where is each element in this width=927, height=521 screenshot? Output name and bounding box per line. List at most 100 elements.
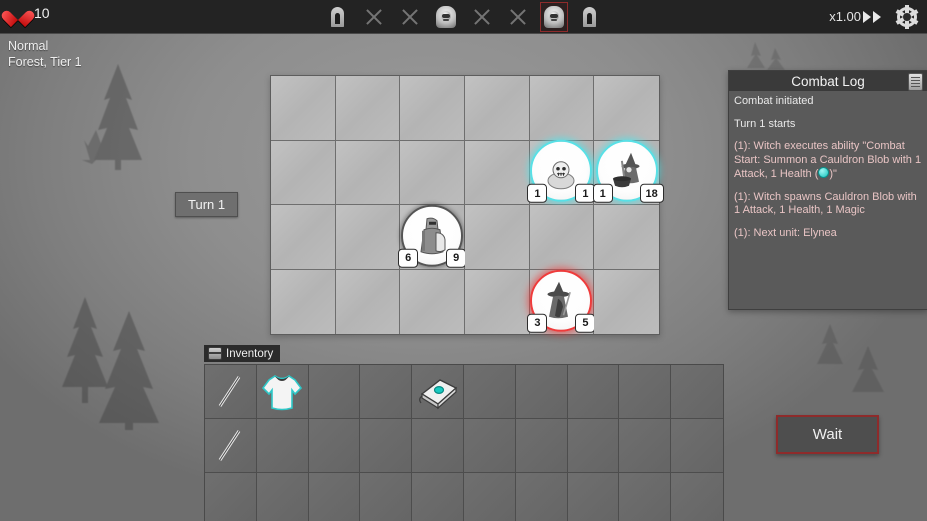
inventory-slot[interactable] bbox=[464, 419, 516, 473]
grid-cell[interactable] bbox=[336, 270, 401, 335]
turn-order-door-start[interactable] bbox=[325, 3, 351, 31]
unit-attack: 1 bbox=[593, 184, 613, 203]
log-entry: Combat initiated bbox=[734, 95, 922, 109]
crossed-swords-icon bbox=[508, 7, 528, 27]
inventory-slot[interactable] bbox=[568, 419, 620, 473]
grid-cell[interactable] bbox=[400, 76, 465, 141]
grid-cell[interactable] bbox=[271, 141, 336, 206]
inventory-slot[interactable] bbox=[309, 365, 361, 419]
grid-cell[interactable] bbox=[400, 270, 465, 335]
top-bar: 10 x1.00 bbox=[0, 0, 927, 34]
inventory-slot[interactable] bbox=[205, 473, 257, 521]
inventory-slot[interactable] bbox=[516, 419, 568, 473]
inventory-slot-item-spellbook[interactable] bbox=[412, 365, 464, 419]
speed-value: x1.00 bbox=[829, 9, 861, 24]
grid-cell[interactable] bbox=[594, 205, 659, 270]
inventory-slot[interactable] bbox=[412, 419, 464, 473]
turn-order-portrait-active[interactable] bbox=[541, 3, 567, 31]
fast-forward-icon bbox=[873, 11, 881, 23]
speed-control[interactable]: x1.00 bbox=[829, 0, 881, 33]
turn-order-slot-1[interactable] bbox=[361, 3, 387, 31]
grid-cell-unit-elynea[interactable]: 3 5 bbox=[530, 270, 595, 335]
combat-log-body[interactable]: Combat initiated Turn 1 starts (1): Witc… bbox=[729, 91, 927, 253]
unit-health: 18 bbox=[640, 184, 664, 203]
inventory-panel[interactable]: Inventory bbox=[204, 345, 724, 521]
inventory-slot[interactable] bbox=[360, 365, 412, 419]
inventory-slot-item-staff[interactable] bbox=[205, 365, 257, 419]
battle-grid[interactable]: 1 1 1 18 bbox=[270, 75, 660, 335]
log-entry: Turn 1 starts bbox=[734, 118, 922, 132]
inventory-slot[interactable] bbox=[516, 365, 568, 419]
inventory-slot[interactable] bbox=[568, 365, 620, 419]
crossed-swords-icon bbox=[472, 7, 492, 27]
door-icon bbox=[331, 7, 344, 27]
grid-cell[interactable] bbox=[530, 205, 595, 270]
inventory-slot[interactable] bbox=[671, 365, 723, 419]
combat-log-panel[interactable]: Combat Log Combat initiated Turn 1 start… bbox=[728, 70, 927, 310]
grid-cell[interactable] bbox=[465, 141, 530, 206]
inventory-slot-item-staff[interactable] bbox=[205, 419, 257, 473]
turn-order-slot-3[interactable] bbox=[469, 3, 495, 31]
unit-elynea[interactable]: 3 5 bbox=[530, 270, 592, 332]
grid-cell[interactable] bbox=[465, 270, 530, 335]
log-entry: (1): Witch spawns Cauldron Blob with 1 A… bbox=[734, 191, 922, 218]
turn-order-slot-4[interactable] bbox=[505, 3, 531, 31]
turn-order-slot-2[interactable] bbox=[397, 3, 423, 31]
inventory-slot[interactable] bbox=[568, 473, 620, 521]
inventory-grid[interactable] bbox=[204, 364, 724, 521]
grid-cell[interactable] bbox=[336, 205, 401, 270]
inventory-slot[interactable] bbox=[619, 473, 671, 521]
crossed-swords-icon bbox=[400, 7, 420, 27]
gear-icon[interactable] bbox=[897, 7, 917, 27]
inventory-slot[interactable] bbox=[257, 473, 309, 521]
turn-order-door-end[interactable] bbox=[577, 3, 603, 31]
unit-attack: 1 bbox=[527, 184, 547, 203]
door-icon bbox=[583, 7, 596, 27]
combat-log-header: Combat Log bbox=[729, 71, 927, 91]
grid-cell-unit-knight[interactable]: 6 9 bbox=[400, 205, 465, 270]
inventory-slot[interactable] bbox=[360, 473, 412, 521]
crossed-swords-icon bbox=[364, 7, 384, 27]
grid-cell[interactable] bbox=[594, 76, 659, 141]
inventory-tab[interactable]: Inventory bbox=[204, 345, 280, 362]
magic-gem-icon bbox=[818, 167, 829, 178]
wait-button[interactable]: Wait bbox=[776, 415, 879, 454]
unit-attack: 6 bbox=[398, 249, 418, 268]
inventory-slot[interactable] bbox=[671, 473, 723, 521]
grid-cell[interactable] bbox=[465, 76, 530, 141]
grid-cell-unit-blob[interactable]: 1 1 bbox=[530, 141, 595, 206]
inventory-slot[interactable] bbox=[619, 419, 671, 473]
combat-log-title: Combat Log bbox=[791, 74, 865, 89]
chest-icon bbox=[208, 347, 222, 360]
inventory-slot[interactable] bbox=[257, 419, 309, 473]
inventory-slot[interactable] bbox=[309, 473, 361, 521]
turn-order-portrait-knight[interactable] bbox=[433, 3, 459, 31]
grid-cell[interactable] bbox=[400, 141, 465, 206]
background-tree bbox=[82, 60, 154, 170]
grid-cell[interactable] bbox=[336, 76, 401, 141]
unit-cauldron-blob[interactable]: 1 1 bbox=[530, 140, 592, 202]
inventory-slot[interactable] bbox=[619, 365, 671, 419]
inventory-slot[interactable] bbox=[464, 473, 516, 521]
grid-cell[interactable] bbox=[465, 205, 530, 270]
inventory-slot[interactable] bbox=[516, 473, 568, 521]
grid-cell-unit-witch[interactable]: 1 18 bbox=[594, 141, 659, 206]
grid-cell[interactable] bbox=[594, 270, 659, 335]
unit-health: 5 bbox=[575, 314, 595, 333]
inventory-slot-item-shirt[interactable] bbox=[257, 365, 309, 419]
grid-cell[interactable] bbox=[271, 270, 336, 335]
inventory-slot[interactable] bbox=[671, 419, 723, 473]
grid-cell[interactable] bbox=[336, 141, 401, 206]
scroll-icon[interactable] bbox=[908, 73, 923, 91]
inventory-slot[interactable] bbox=[360, 419, 412, 473]
grid-cell[interactable] bbox=[271, 205, 336, 270]
grid-cell[interactable] bbox=[271, 76, 336, 141]
inventory-slot[interactable] bbox=[412, 473, 464, 521]
grid-cell[interactable] bbox=[530, 76, 595, 141]
unit-witch[interactable]: 1 18 bbox=[596, 140, 658, 202]
background-tree bbox=[55, 295, 165, 430]
run-status: Normal Forest, Tier 1 bbox=[8, 38, 82, 70]
inventory-slot[interactable] bbox=[309, 419, 361, 473]
inventory-slot[interactable] bbox=[464, 365, 516, 419]
unit-knight[interactable]: 6 9 bbox=[401, 205, 463, 267]
